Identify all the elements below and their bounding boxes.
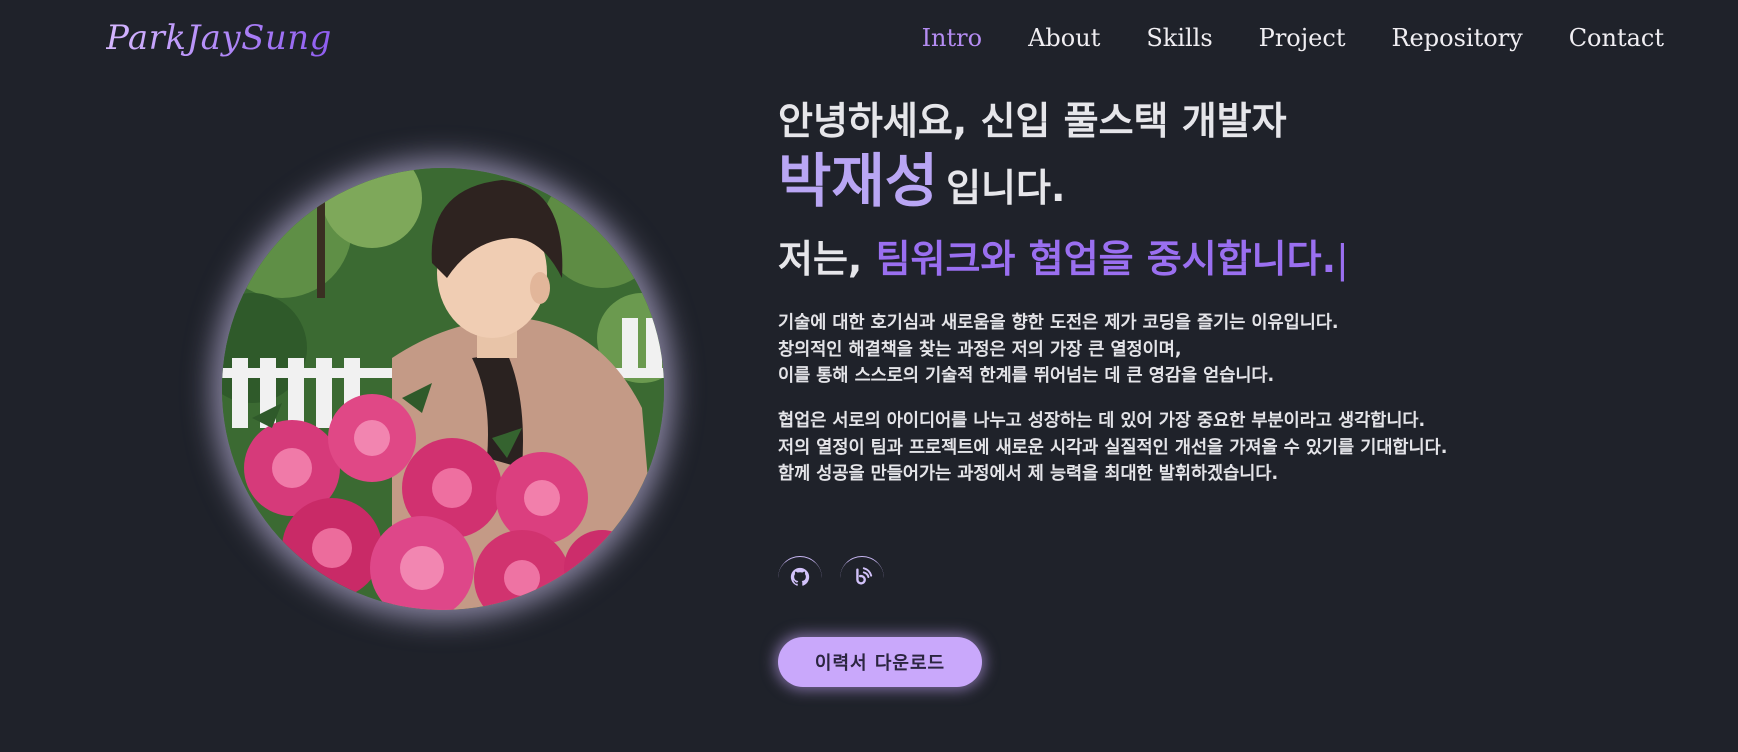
motto-highlight: 팀워크와 협업을 중시합니다.	[875, 237, 1337, 281]
intro-paragraph-1: 기술에 대한 호기심과 새로움을 향한 도전은 제가 코딩을 즐기는 이유입니다…	[778, 310, 1339, 390]
paragraph-line: 저의 열정이 팀과 프로젝트에 새로운 시각과 실질적인 개선을 가져올 수 있…	[778, 437, 1448, 458]
blog-icon	[851, 566, 873, 592]
nav-item-skills[interactable]: Skills	[1146, 24, 1212, 52]
paragraph-line: 기술에 대한 호기심과 새로움을 향한 도전은 제가 코딩을 즐기는 이유입니다…	[778, 313, 1339, 333]
motto-line: 저는, 팀워크와 협업을 중시합니다.|	[778, 231, 1678, 287]
paragraph-line: 협업은 서로의 아이디어를 나누고 성장하는 데 있어 가장 중요한 부분이라고…	[778, 411, 1426, 431]
hero-intro: 안녕하세요, 신입 풀스택 개발자 박재성 입니다. 저는, 팀워크와 협업을 중…	[778, 96, 1678, 484]
resume-download-button[interactable]: 이력서 다운로드	[778, 637, 982, 687]
nav-item-contact[interactable]: Contact	[1569, 24, 1664, 52]
social-links	[778, 556, 884, 600]
profile-photo	[222, 168, 664, 610]
greeting-heading: 안녕하세요, 신입 풀스택 개발자	[778, 99, 1287, 143]
nav-item-intro[interactable]: Intro	[922, 24, 983, 52]
nav-item-repository[interactable]: Repository	[1391, 24, 1522, 52]
name-suffix: 입니다.	[946, 166, 1066, 210]
nav-item-about[interactable]: About	[1028, 24, 1100, 52]
site-logo[interactable]: ParkJaySung	[106, 18, 332, 58]
name-line: 박재성 입니다.	[778, 146, 1678, 231]
typing-cursor: |	[1336, 237, 1349, 281]
intro-paragraph-2: 협업은 서로의 아이디어를 나누고 성장하는 데 있어 가장 중요한 부분이라고…	[778, 408, 1447, 488]
nav-item-project[interactable]: Project	[1259, 24, 1346, 52]
blog-link[interactable]	[840, 556, 884, 600]
main-nav: Intro About Skills Project Repository Co…	[876, 24, 1664, 52]
developer-name: 박재성	[778, 147, 939, 215]
paragraph-line: 이를 통해 스스로의 기술적 한계를 뛰어넘는 데 큰 영감을 얻습니다.	[778, 366, 1275, 386]
github-link[interactable]	[778, 556, 822, 600]
motto-lead: 저는,	[778, 237, 876, 281]
paragraph-line: 함께 성공을 만들어가는 과정에서 제 능력을 최대한 발휘하겠습니다.	[778, 464, 1279, 484]
paragraph-line: 창의적인 해결책을 찾는 과정은 저의 가장 큰 열정이며,	[778, 339, 1182, 360]
github-icon	[789, 566, 811, 592]
